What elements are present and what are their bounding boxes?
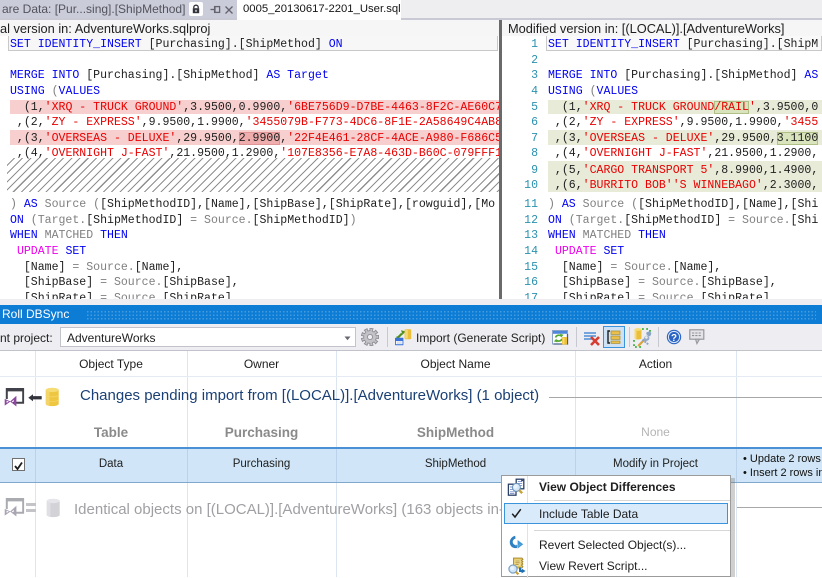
svg-text:?: ?	[671, 333, 677, 344]
